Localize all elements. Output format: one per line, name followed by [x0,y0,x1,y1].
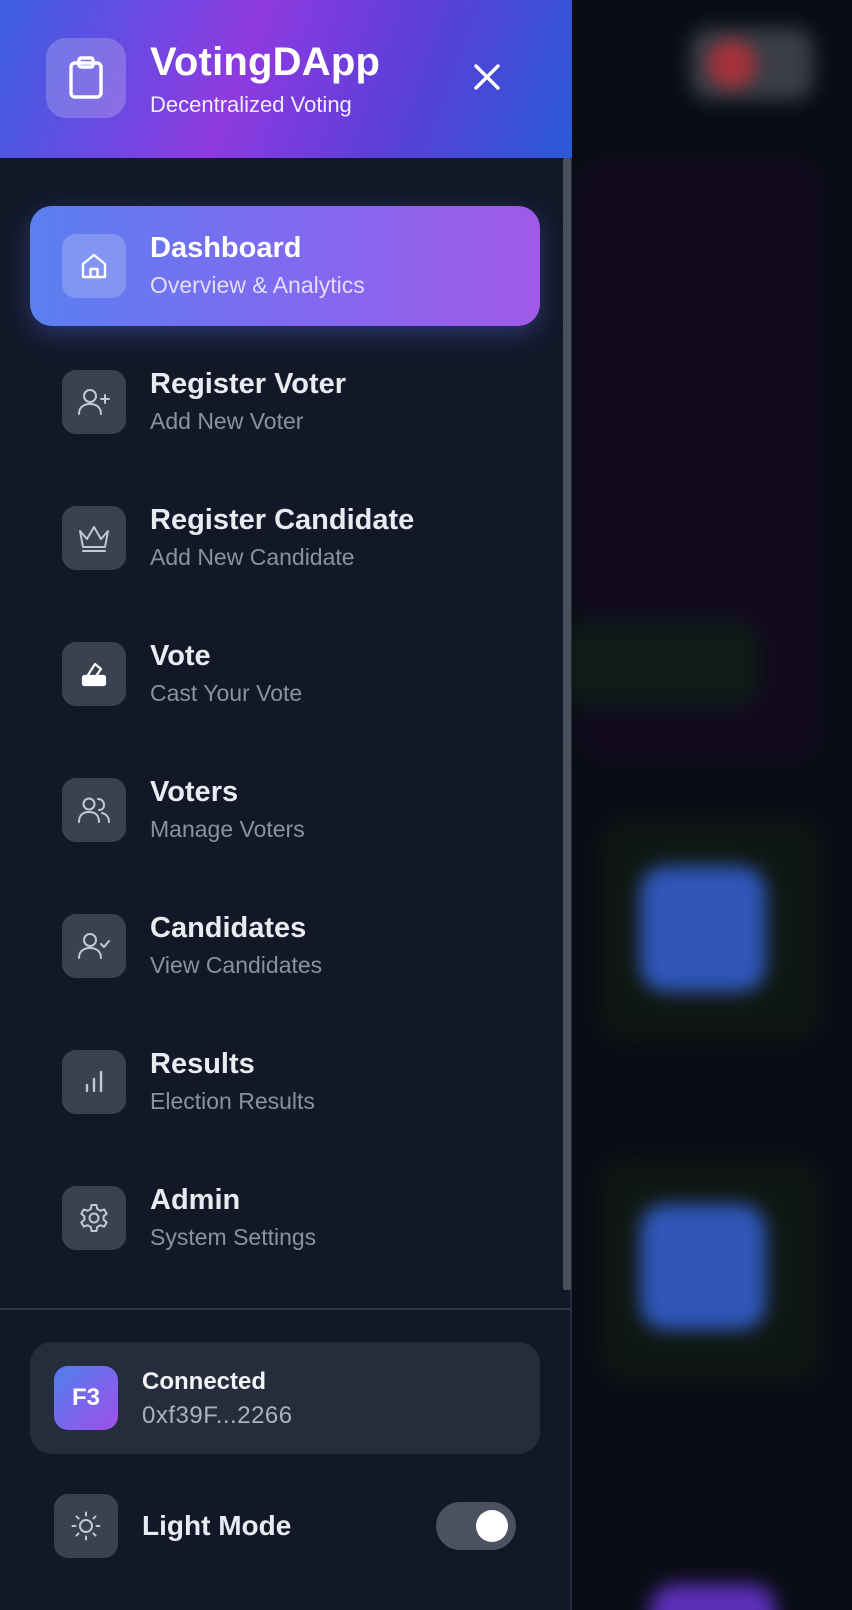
nav-item-label: Voters [150,776,239,808]
nav-scrollbar[interactable] [563,158,571,1290]
sidebar-nav: Dashboard Overview & Analytics Register … [0,158,564,1308]
nav-item-subtitle: Add New Candidate [150,544,355,570]
user-plus-icon [78,389,110,415]
nav-item-subtitle: Election Results [150,1088,315,1114]
nav-icon-box [62,1050,126,1114]
sidebar-header: VotingDApp Decentralized Voting [0,0,572,158]
sidebar-divider [0,1308,570,1310]
nav-item-label: Admin [150,1184,241,1216]
nav-icon-box [62,506,126,570]
bg-stat-icon [640,866,766,992]
home-icon [81,253,107,279]
nav-item-admin[interactable]: Admin System Settings [30,1158,540,1278]
sun-icon [71,1511,101,1541]
app-title: VotingDApp [150,40,381,84]
nav-item-subtitle: Add New Voter [150,408,304,434]
nav-item-subtitle: View Candidates [150,952,323,978]
toggle-knob [476,1510,508,1542]
nav-icon-box [62,1186,126,1250]
nav-item-label: Results [150,1048,255,1080]
nav-item-vote[interactable]: Vote Cast Your Vote [30,614,540,734]
bg-stat-icon [640,1204,766,1330]
nav-icon-box [62,234,126,298]
nav-item-label: Vote [150,640,211,672]
app-logo [46,38,126,118]
nav-icon-box [62,642,126,706]
theme-toggle-row: Light Mode [54,1494,524,1558]
wallet-status: Connected [142,1368,267,1395]
nav-item-results[interactable]: Results Election Results [30,1022,540,1142]
wallet-avatar: F3 [54,1366,118,1430]
app-subtitle: Decentralized Voting [150,92,352,117]
nav-item-label: Register Candidate [150,504,415,536]
bg-stat-icon [650,1584,776,1610]
nav-item-subtitle: Cast Your Vote [150,680,303,706]
nav-item-label: Dashboard [150,232,302,264]
nav-icon-box [62,778,126,842]
nav-item-label: Register Voter [150,368,347,400]
sidebar-drawer: VotingDApp Decentralized Voting Dashboar… [0,0,572,1610]
nav-item-candidates[interactable]: Candidates View Candidates [30,886,540,1006]
user-check-icon [78,933,110,959]
nav-icon-box [62,914,126,978]
clipboard-icon [69,56,103,99]
bg-button [560,620,760,708]
users-icon [78,797,110,823]
nav-item-dashboard[interactable]: Dashboard Overview & Analytics [30,206,540,326]
theme-icon-box [54,1494,118,1558]
nav-item-register-voter[interactable]: Register Voter Add New Voter [30,342,540,462]
close-icon [474,64,500,90]
nav-icon-box [62,370,126,434]
theme-label: Light Mode [142,1510,292,1541]
nav-item-subtitle: Overview & Analytics [150,272,365,298]
nav-item-subtitle: Manage Voters [150,816,305,842]
crown-icon [79,526,109,552]
nav-item-register-candidate[interactable]: Register Candidate Add New Candidate [30,478,540,598]
ballot-icon [81,662,107,687]
nav-item-label: Candidates [150,912,307,944]
wallet-address: 0xf39F...2266 [142,1402,293,1429]
nav-item-subtitle: System Settings [150,1224,317,1250]
gear-icon [80,1204,108,1232]
bar-chart-icon [85,1070,103,1093]
bg-avatar [708,40,756,88]
light-mode-toggle[interactable] [436,1502,516,1550]
close-sidebar-button[interactable] [466,56,508,98]
wallet-card[interactable]: F3 Connected 0xf39F...2266 [30,1342,540,1454]
nav-item-voters[interactable]: Voters Manage Voters [30,750,540,870]
